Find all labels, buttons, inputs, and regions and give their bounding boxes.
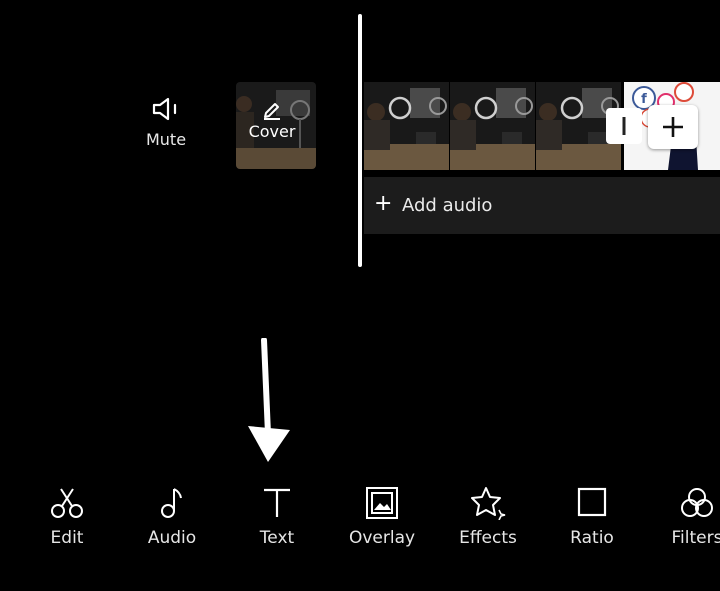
playhead[interactable]	[358, 14, 362, 267]
cover-button[interactable]: Cover	[236, 98, 308, 141]
tool-edit[interactable]: Edit	[22, 480, 112, 548]
split-icon	[622, 117, 626, 135]
mute-label: Mute	[145, 130, 187, 149]
add-audio-label: Add audio	[402, 195, 493, 216]
tool-text-label: Text	[259, 528, 295, 548]
tool-effects[interactable]: Effects	[443, 480, 533, 548]
edit-pencil-icon	[264, 103, 280, 120]
clip-frame	[450, 82, 535, 170]
tool-filters[interactable]: Filters	[652, 480, 720, 548]
arrow-down-icon	[248, 338, 290, 462]
plus-icon	[663, 117, 683, 137]
tool-overlay[interactable]: Overlay	[337, 480, 427, 548]
ratio-square-icon	[577, 487, 607, 517]
plus-icon: +	[374, 191, 393, 216]
scissors-icon	[51, 488, 83, 518]
split-button[interactable]	[606, 108, 642, 144]
music-note-icon	[161, 488, 182, 518]
filters-circles-icon	[681, 488, 713, 517]
svg-text:f: f	[641, 92, 647, 107]
clip-frame	[364, 82, 449, 170]
tool-edit-label: Edit	[50, 528, 84, 548]
tool-ratio-label: Ratio	[570, 528, 614, 548]
overlay-image-icon	[366, 487, 398, 519]
tool-audio-label: Audio	[147, 528, 197, 548]
cover-label: Cover	[248, 122, 296, 141]
mute-button[interactable]: Mute	[138, 96, 194, 149]
tool-ratio[interactable]: Ratio	[547, 480, 637, 548]
tool-text[interactable]: Text	[232, 480, 322, 548]
text-icon	[264, 488, 290, 517]
tool-effects-label: Effects	[459, 528, 517, 548]
effects-star-icon	[471, 487, 506, 520]
add-clip-button[interactable]	[648, 105, 698, 149]
tool-filters-label: Filters	[671, 528, 720, 548]
speaker-icon	[152, 97, 177, 121]
tool-audio[interactable]: Audio	[127, 480, 217, 548]
tool-overlay-label: Overlay	[348, 528, 416, 548]
add-audio-track[interactable]: + Add audio	[364, 177, 720, 234]
bottom-toolbar: Edit Audio Text Overlay Effects Ratio Fi…	[0, 480, 720, 560]
